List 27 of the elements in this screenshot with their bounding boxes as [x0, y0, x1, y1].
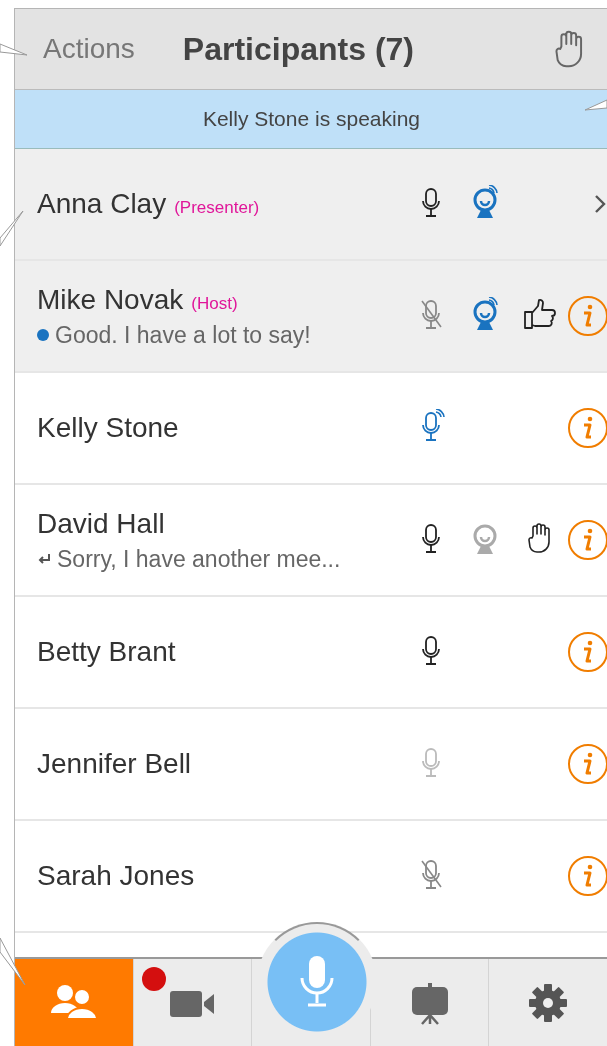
participant-name: Kelly Stone [37, 412, 179, 444]
chat-message: Sorry, I have another mee... [57, 545, 341, 573]
participant-row[interactable]: Mike Novak (Host) Good. I have a lot to say! [15, 261, 607, 373]
participants-tab[interactable] [15, 959, 134, 1046]
participant-name: Jennifer Bell [37, 748, 192, 780]
chat-message: Good. I have a lot to say! [55, 321, 311, 349]
info-icon[interactable] [567, 295, 607, 337]
screen-title: Participants (7) [182, 30, 415, 68]
participant-name: David Hall [37, 507, 165, 540]
easel-icon [409, 981, 450, 1025]
info-icon[interactable] [567, 631, 607, 673]
participant-name: Mike Novak [37, 283, 184, 316]
speaking-banner: Kelly Stone is speaking [15, 90, 607, 149]
info-icon[interactable] [567, 519, 607, 561]
info-icon[interactable] [567, 743, 607, 785]
info-icon[interactable] [567, 407, 607, 449]
participant-row[interactable]: Anna Clay (Presenter) [15, 149, 607, 261]
leader-line [584, 99, 607, 111]
participant-name: Anna Clay [37, 188, 167, 220]
info-icon[interactable] [567, 855, 607, 897]
role-label: (Presenter) [174, 198, 260, 218]
participant-name: Sarah Jones [37, 860, 195, 892]
chevron-icon[interactable] [594, 194, 606, 214]
role-label: (Host) [191, 293, 238, 314]
settings-icon [528, 983, 569, 1023]
participant-name: Betty Brant [37, 636, 176, 668]
video-camera-icon [168, 988, 217, 1018]
